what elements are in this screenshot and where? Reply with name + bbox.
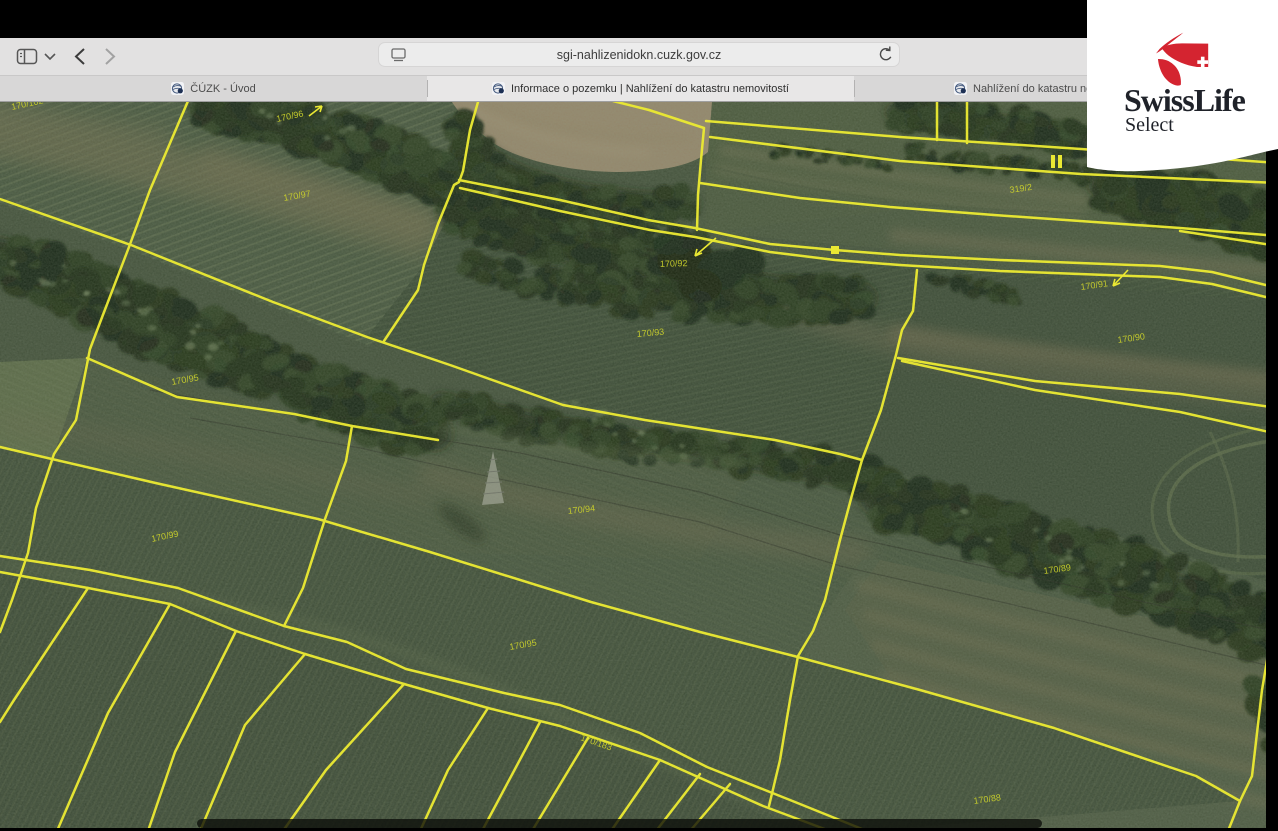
svg-text:SwissLife: SwissLife (1124, 82, 1246, 118)
svg-text:170/92: 170/92 (660, 258, 688, 269)
svg-text:Select: Select (1125, 114, 1174, 136)
